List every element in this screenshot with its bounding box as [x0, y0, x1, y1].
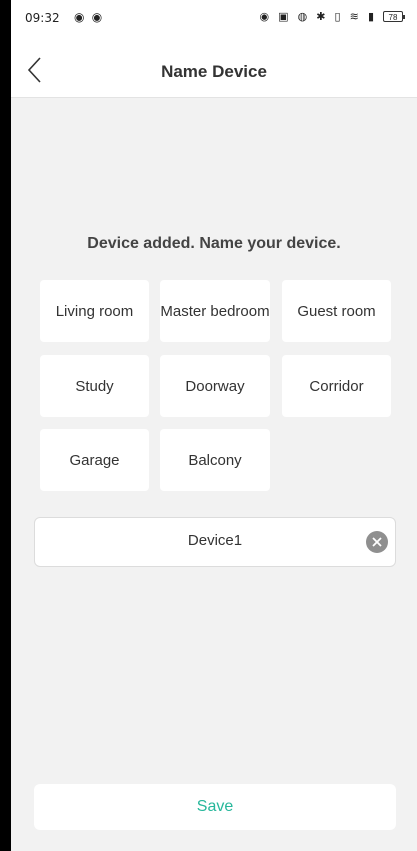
room-option-corridor[interactable]: Corridor	[282, 355, 391, 417]
device-name-input[interactable]	[75, 532, 355, 549]
room-option-guest-room[interactable]: Guest room	[282, 280, 391, 342]
room-option-master-bedroom[interactable]: Master bedroom	[160, 280, 270, 342]
clear-button[interactable]	[366, 531, 388, 553]
status-time: 09:32	[25, 11, 60, 25]
device-name-field	[34, 517, 396, 567]
status-system-icons: ◉ ▣ ◍ ✱ ▯ ≋ ▮	[259, 11, 377, 23]
battery-icon: 78	[383, 11, 405, 22]
status-bar: 09:32 ◉ ◉ ◉ ▣ ◍ ✱ ▯ ≋ ▮ 78	[11, 0, 417, 40]
save-button[interactable]: Save	[34, 784, 396, 830]
app-screen: 09:32 ◉ ◉ ◉ ▣ ◍ ✱ ▯ ≋ ▮ 78 Name Device D…	[11, 0, 417, 851]
room-option-study[interactable]: Study	[40, 355, 149, 417]
page-title: Name Device	[161, 62, 267, 81]
room-option-garage[interactable]: Garage	[40, 429, 149, 491]
status-notification-icons: ◉ ◉	[74, 10, 105, 24]
name-prompt: Device added. Name your device.	[87, 235, 341, 252]
nav-bar: Name Device	[11, 40, 417, 98]
room-option-doorway[interactable]: Doorway	[160, 355, 270, 417]
room-option-balcony[interactable]: Balcony	[160, 429, 270, 491]
room-option-living-room[interactable]: Living room	[40, 280, 149, 342]
clear-icon	[372, 537, 382, 547]
